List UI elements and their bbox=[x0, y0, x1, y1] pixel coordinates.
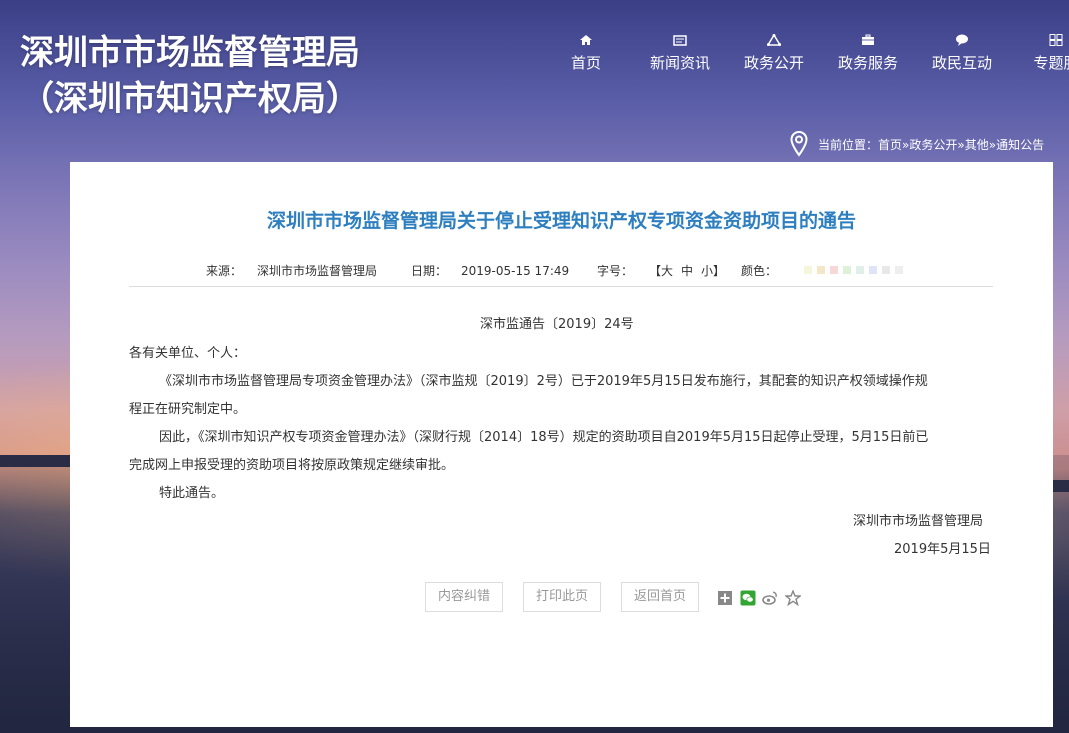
back-home-button[interactable]: 返回首页 bbox=[621, 582, 699, 612]
meta-date-label: 日期： bbox=[411, 264, 448, 278]
nav-item-label: 新闻资讯 bbox=[649, 54, 710, 72]
favorite-star-icon[interactable] bbox=[785, 590, 801, 606]
sign-date: 2019年5月15日 bbox=[894, 542, 991, 557]
nav-item-topics[interactable]: 专题服 bbox=[1011, 34, 1069, 73]
home-icon bbox=[580, 35, 592, 45]
nav-item-label: 政务公开 bbox=[743, 54, 804, 72]
plus-share-icon[interactable] bbox=[717, 590, 733, 606]
content-correction-button[interactable]: 内容纠错 bbox=[425, 582, 503, 612]
briefcase-icon bbox=[862, 34, 874, 45]
meta-source-label: 来源： bbox=[206, 264, 243, 278]
nav-item-home[interactable]: 首页 bbox=[545, 34, 631, 73]
font-size-medium-button[interactable]: 中 bbox=[681, 262, 693, 280]
nav-item-gov-service[interactable]: 政务服务 bbox=[823, 34, 913, 73]
triangle-network-icon bbox=[767, 34, 781, 46]
wechat-icon[interactable] bbox=[740, 590, 756, 606]
meta-source: 深圳市市场监督管理局 bbox=[257, 264, 378, 278]
color-swatch[interactable] bbox=[869, 266, 877, 274]
grid-icon bbox=[1049, 34, 1063, 46]
meta-size-label: 字号： bbox=[597, 264, 634, 278]
nav-item-news[interactable]: 新闻资讯 bbox=[635, 34, 725, 73]
background-bridge bbox=[1053, 480, 1069, 492]
font-size-close-bracket: 】 bbox=[713, 264, 726, 278]
meta-divider bbox=[129, 286, 993, 287]
color-swatch[interactable] bbox=[882, 266, 890, 274]
paragraph-line: 因此，《深圳市知识产权专项资金管理办法》（深财行规〔2014〕18号）规定的资助… bbox=[159, 430, 929, 445]
doc-number: 深市监通告〔2019〕24号 bbox=[480, 317, 634, 332]
breadcrumb-gov-public[interactable]: 政务公开 bbox=[909, 138, 957, 152]
nav-item-interaction[interactable]: 政民互动 bbox=[917, 34, 1007, 73]
font-size-small-button[interactable]: 小 bbox=[701, 262, 713, 280]
news-icon bbox=[673, 35, 687, 46]
paragraph-line: 《深圳市市场监督管理局专项资金管理办法》（深市监规〔2019〕2号）已于2019… bbox=[159, 374, 928, 389]
meta-color-label: 颜色： bbox=[741, 264, 778, 278]
nav-item-label: 政民互动 bbox=[931, 54, 992, 72]
breadcrumb-prefix: 当前位置： bbox=[818, 138, 879, 152]
color-swatch[interactable] bbox=[817, 266, 825, 274]
site-logo[interactable]: 深圳市市场监督管理局 （深圳市知识产权局） bbox=[20, 30, 360, 122]
article-card: 深圳市市场监督管理局关于停止受理知识产权专项资金资助项目的通告 来源： 深圳市市… bbox=[70, 162, 1053, 727]
font-size-open-bracket: 【 bbox=[649, 264, 662, 278]
font-size-large-button[interactable]: 大 bbox=[661, 262, 673, 280]
location-pin-icon bbox=[790, 131, 808, 157]
closing: 特此通告。 bbox=[159, 486, 225, 501]
print-button[interactable]: 打印此页 bbox=[523, 582, 601, 612]
breadcrumb-home[interactable]: 首页 bbox=[878, 138, 902, 152]
background-bridge bbox=[0, 455, 70, 467]
chat-icon bbox=[956, 34, 968, 46]
color-swatch[interactable] bbox=[804, 266, 812, 274]
salutation: 各有关单位、个人： bbox=[129, 346, 247, 361]
weibo-icon[interactable] bbox=[762, 590, 778, 606]
color-swatch[interactable] bbox=[843, 266, 851, 274]
color-swatch[interactable] bbox=[830, 266, 838, 274]
breadcrumb-other[interactable]: 其他 bbox=[965, 138, 989, 152]
signature: 深圳市市场监督管理局 bbox=[853, 514, 984, 529]
paragraph-line: 完成网上申报受理的资助项目将按原政策规定继续审批。 bbox=[129, 458, 455, 473]
breadcrumb-sep: » bbox=[957, 138, 965, 152]
nav-item-label: 专题服 bbox=[1033, 54, 1069, 72]
nav-item-label: 首页 bbox=[570, 54, 601, 72]
meta-date: 2019-05-15 17:49 bbox=[461, 264, 570, 278]
color-swatch[interactable] bbox=[856, 266, 864, 274]
breadcrumb-sep: » bbox=[988, 138, 997, 152]
main-nav: 首页 新闻资讯 政务公开 政务服务 政民互动 专题服 bbox=[545, 34, 1069, 84]
color-swatch[interactable] bbox=[895, 266, 903, 274]
article-title: 深圳市市场监督管理局关于停止受理知识产权专项资金资助项目的通告 bbox=[266, 210, 856, 232]
logo-line1: 深圳市市场监督管理局 bbox=[20, 33, 360, 73]
nav-item-gov-public[interactable]: 政务公开 bbox=[729, 34, 819, 73]
logo-line2: （深圳市知识产权局） bbox=[20, 79, 360, 119]
paragraph-line: 程正在研究制定中。 bbox=[129, 402, 247, 417]
nav-item-label: 政务服务 bbox=[837, 54, 898, 72]
breadcrumb-notices[interactable]: 通知公告 bbox=[996, 138, 1044, 152]
